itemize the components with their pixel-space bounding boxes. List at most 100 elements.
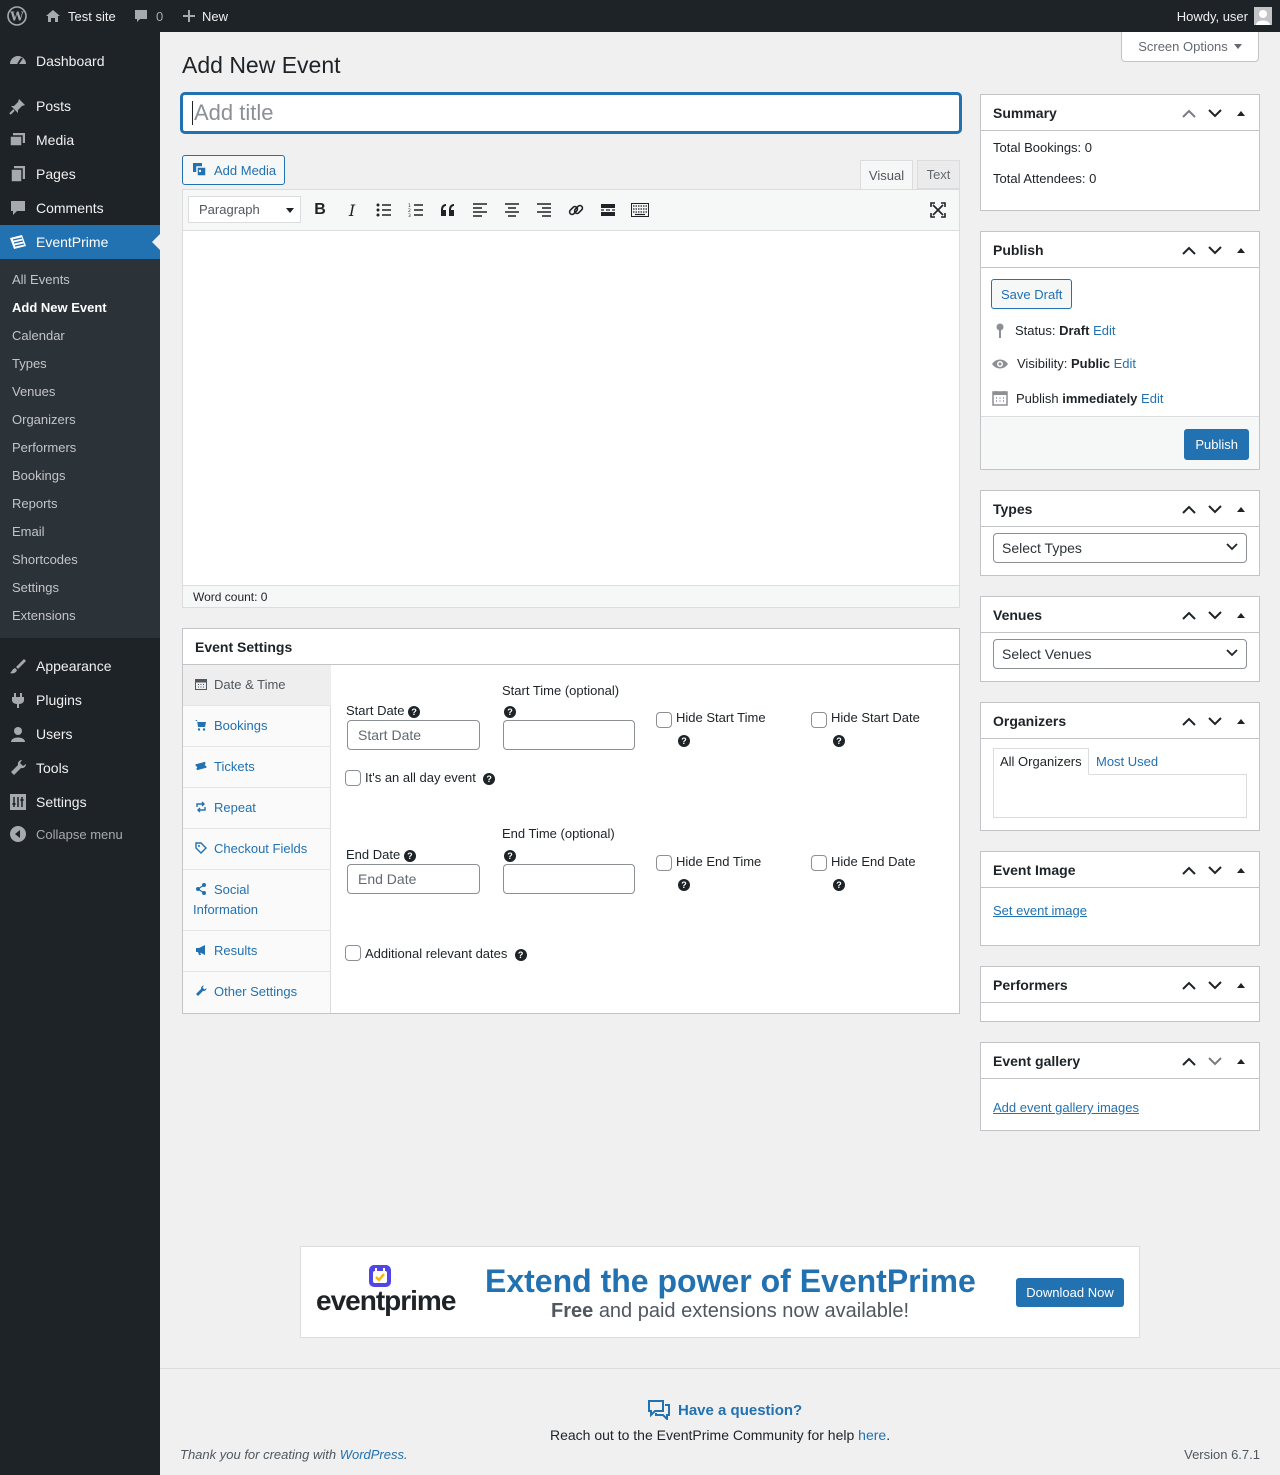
edit-visibility-link[interactable]: Edit [1114, 356, 1136, 371]
submenu-add-new-event[interactable]: Add New Event [12, 300, 107, 315]
submenu-types[interactable]: Types [12, 356, 47, 371]
tab-checkout-fields[interactable]: Checkout Fields [183, 829, 331, 870]
start-date-input[interactable]: Start Date [347, 720, 480, 750]
menu-eventprime[interactable]: EventPrime [0, 225, 160, 259]
help-icon[interactable]: ? [408, 706, 421, 718]
account-menu[interactable]: Howdy, user [1177, 0, 1272, 32]
move-up-icon[interactable] [1179, 605, 1199, 625]
menu-media[interactable]: Media [0, 123, 160, 157]
toggle-panel-icon[interactable] [1231, 499, 1251, 519]
help-icon[interactable]: ? [678, 876, 690, 891]
move-down-icon[interactable] [1205, 860, 1225, 880]
end-date-input[interactable]: End Date [347, 864, 480, 894]
editor-content-area[interactable] [183, 231, 959, 584]
submenu-extensions[interactable]: Extensions [12, 608, 76, 623]
move-up-icon[interactable] [1179, 103, 1199, 123]
publish-button[interactable]: Publish [1184, 429, 1249, 460]
move-down-icon[interactable] [1205, 975, 1225, 995]
bullet-list-icon[interactable] [372, 198, 396, 222]
move-up-icon[interactable] [1179, 860, 1199, 880]
tab-results[interactable]: Results [183, 931, 331, 972]
download-now-button[interactable]: Download Now [1016, 1278, 1124, 1307]
help-icon[interactable]: ? [483, 773, 496, 785]
help-here-link[interactable]: here [858, 1427, 886, 1443]
italic-icon[interactable]: I [340, 198, 364, 222]
menu-comments[interactable]: Comments [0, 191, 160, 225]
submenu-performers[interactable]: Performers [12, 440, 76, 455]
move-up-icon[interactable] [1179, 711, 1199, 731]
move-up-icon[interactable] [1179, 1051, 1199, 1071]
align-center-icon[interactable] [500, 198, 524, 222]
submenu-organizers[interactable]: Organizers [12, 412, 76, 427]
move-up-icon[interactable] [1179, 499, 1199, 519]
menu-settings[interactable]: Settings [0, 785, 160, 819]
edit-publish-date-link[interactable]: Edit [1141, 391, 1163, 406]
toggle-panel-icon[interactable] [1231, 1051, 1251, 1071]
end-time-input[interactable] [503, 864, 635, 894]
tab-date-time[interactable]: Date & Time [183, 665, 331, 706]
tab-most-used[interactable]: Most Used [1096, 748, 1158, 775]
submenu-calendar[interactable]: Calendar [12, 328, 65, 343]
toggle-panel-icon[interactable] [1231, 103, 1251, 123]
help-icon[interactable]: ? [833, 732, 845, 747]
hide-start-date-checkbox[interactable] [811, 712, 827, 728]
tab-other-settings[interactable]: Other Settings [183, 972, 331, 1013]
menu-pages[interactable]: Pages [0, 157, 160, 191]
menu-appearance[interactable]: Appearance [0, 649, 160, 683]
new-content-link[interactable]: New [182, 0, 228, 32]
wordpress-logo-icon[interactable]: W [7, 0, 27, 32]
help-icon[interactable]: ? [514, 949, 527, 961]
hide-end-date-checkbox[interactable] [811, 855, 827, 871]
comments-link[interactable]: 0 [132, 0, 163, 32]
submenu-email[interactable]: Email [12, 524, 45, 539]
hide-start-time-checkbox[interactable] [656, 712, 672, 728]
move-down-icon[interactable] [1205, 240, 1225, 260]
title-input[interactable]: Add title [181, 93, 961, 133]
help-icon[interactable]: ? [678, 732, 690, 747]
help-icon[interactable]: ? [504, 703, 516, 718]
fullscreen-icon[interactable] [926, 198, 950, 222]
help-icon[interactable]: ? [504, 847, 516, 862]
menu-tools[interactable]: Tools [0, 751, 160, 785]
blockquote-icon[interactable] [436, 198, 460, 222]
move-down-icon[interactable] [1205, 1051, 1225, 1071]
menu-posts[interactable]: Posts [0, 89, 160, 123]
submenu-all-events[interactable]: All Events [12, 272, 70, 287]
help-icon[interactable]: ? [403, 850, 416, 862]
toggle-panel-icon[interactable] [1231, 975, 1251, 995]
tab-all-organizers[interactable]: All Organizers [993, 748, 1089, 775]
toggle-panel-icon[interactable] [1231, 605, 1251, 625]
collapse-menu-button[interactable]: Collapse menu [0, 817, 160, 851]
bold-icon[interactable]: B [308, 198, 332, 222]
site-name-link[interactable]: Test site [44, 0, 116, 32]
tab-social-information[interactable]: Social Information [183, 870, 331, 931]
submenu-bookings[interactable]: Bookings [12, 468, 65, 483]
move-down-icon[interactable] [1205, 711, 1225, 731]
additional-dates-checkbox[interactable] [345, 945, 361, 961]
set-event-image-link[interactable]: Set event image [993, 903, 1087, 918]
move-down-icon[interactable] [1205, 499, 1225, 519]
move-up-icon[interactable] [1179, 975, 1199, 995]
tab-repeat[interactable]: Repeat [183, 788, 331, 829]
help-icon[interactable]: ? [833, 876, 845, 891]
toggle-panel-icon[interactable] [1231, 860, 1251, 880]
toggle-panel-icon[interactable] [1231, 711, 1251, 731]
submenu-reports[interactable]: Reports [12, 496, 58, 511]
all-day-checkbox[interactable] [345, 770, 361, 786]
tab-text[interactable]: Text [917, 160, 960, 189]
move-down-icon[interactable] [1205, 103, 1225, 123]
tab-bookings[interactable]: Bookings [183, 706, 331, 747]
venues-select[interactable]: Select Venues [993, 639, 1247, 669]
format-select[interactable]: Paragraph [188, 196, 301, 223]
numbered-list-icon[interactable]: 123 [404, 198, 428, 222]
add-media-button[interactable]: Add Media [182, 155, 285, 185]
wordpress-link[interactable]: WordPress [340, 1447, 404, 1462]
move-down-icon[interactable] [1205, 605, 1225, 625]
save-draft-button[interactable]: Save Draft [991, 279, 1073, 309]
screen-options-button[interactable]: Screen Options [1121, 32, 1259, 62]
submenu-venues[interactable]: Venues [12, 384, 55, 399]
move-up-icon[interactable] [1179, 240, 1199, 260]
start-time-input[interactable] [503, 720, 635, 750]
menu-dashboard[interactable]: Dashboard [0, 44, 160, 78]
align-right-icon[interactable] [532, 198, 556, 222]
